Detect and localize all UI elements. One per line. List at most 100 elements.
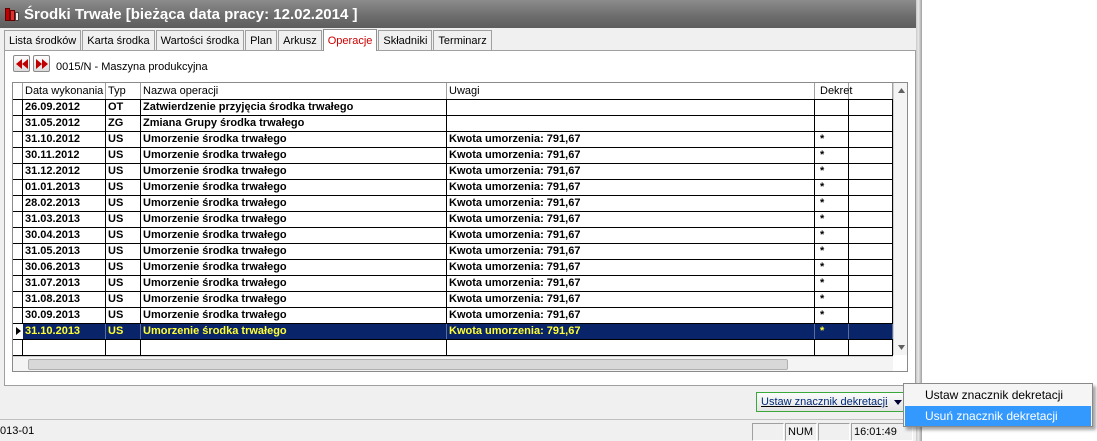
tab-6[interactable]: Operacje: [322, 29, 378, 51]
cell-name: Umorzenie środka trwałego: [141, 212, 447, 227]
cell-uwagi: Kwota umorzenia: 791,67: [447, 324, 815, 339]
cell-blank: [849, 228, 893, 243]
cell-blank: [849, 308, 893, 323]
row-indicator: [13, 260, 23, 275]
cell-name: Umorzenie środka trwałego: [141, 276, 447, 291]
cell-name: Umorzenie środka trwałego: [141, 148, 447, 163]
cell-date: 31.10.2013: [23, 324, 106, 339]
cell-dekret: [815, 100, 849, 115]
column-header-dekret[interactable]: Dekret: [815, 83, 852, 99]
cell-date: 31.10.2012: [23, 132, 106, 147]
operations-grid: Data wykonania Typ Nazwa operacji Uwagi …: [12, 82, 908, 372]
table-row[interactable]: 30.09.2013 US Umorzenie środka trwałego Kwo…: [13, 308, 893, 324]
table-row[interactable]: 28.02.2013 US Umorzenie środka trwałego Kwo…: [13, 196, 893, 212]
cell-uwagi: Kwota umorzenia: 791,67: [447, 180, 815, 195]
row-indicator: [13, 196, 23, 211]
cell-date: 26.09.2012: [23, 100, 106, 115]
tab-5[interactable]: Arkusz: [278, 30, 322, 50]
status-cell-blank-2: [818, 423, 850, 441]
table-row[interactable]: 30.04.2013 US Umorzenie środka trwałego Kwo…: [13, 228, 893, 244]
menu-item-remove-dekret-marker[interactable]: Usuń znacznik dekretacji: [905, 406, 1091, 426]
cell-name: Umorzenie środka trwałego: [141, 164, 447, 179]
cell-dekret: *: [815, 164, 849, 179]
scroll-down-arrow-icon[interactable]: [894, 340, 907, 355]
previous-record-button[interactable]: [13, 55, 30, 72]
cell-typ: US: [106, 196, 141, 211]
table-row[interactable]: 31.10.2013 US Umorzenie środka trwałego Kwo…: [13, 324, 893, 340]
table-row[interactable]: 31.03.2013 US Umorzenie środka trwałego Kwo…: [13, 212, 893, 228]
cell-empty: [447, 340, 815, 355]
column-header-name[interactable]: Nazwa operacji: [141, 83, 447, 99]
cell-name: Umorzenie środka trwałego: [141, 180, 447, 195]
row-indicator: [13, 100, 23, 115]
row-indicator: [13, 132, 23, 147]
column-header-date[interactable]: Data wykonania: [23, 83, 106, 99]
cell-dekret: *: [815, 292, 849, 307]
empty-row[interactable]: [13, 340, 893, 356]
cell-date: 30.11.2012: [23, 148, 106, 163]
cell-uwagi: Kwota umorzenia: 791,67: [447, 244, 815, 259]
table-row[interactable]: 30.11.2012 US Umorzenie środka trwałego Kwo…: [13, 148, 893, 164]
cell-name: Umorzenie środka trwałego: [141, 260, 447, 275]
cell-dekret: [815, 116, 849, 131]
cell-dekret: *: [815, 244, 849, 259]
cell-name: Umorzenie środka trwałego: [141, 228, 447, 243]
tab-3[interactable]: Wartości środka: [155, 30, 245, 50]
window-border: [916, 0, 922, 441]
cell-date: 30.09.2013: [23, 308, 106, 323]
double-left-arrow-icon: [16, 59, 28, 69]
tab-4[interactable]: Plan: [245, 30, 278, 50]
dropdown-arrow-icon: [893, 399, 902, 405]
column-header-uwagi[interactable]: Uwagi: [447, 83, 815, 99]
table-row[interactable]: 31.12.2012 US Umorzenie środka trwałego Kwo…: [13, 164, 893, 180]
horizontal-scroll-thumb[interactable]: [28, 359, 788, 370]
table-row[interactable]: 01.01.2013 US Umorzenie środka trwałego Kwo…: [13, 180, 893, 196]
cell-typ: US: [106, 276, 141, 291]
cell-typ: US: [106, 228, 141, 243]
title-bar: Środki Trwałe [bieżąca data pracy: 12.02…: [0, 0, 916, 28]
cell-name: Umorzenie środka trwałego: [141, 196, 447, 211]
table-row[interactable]: 31.08.2013 US Umorzenie środka trwałego Kwo…: [13, 292, 893, 308]
cell-blank: [849, 324, 893, 339]
row-indicator: [13, 292, 23, 307]
column-header-blank: [849, 83, 893, 99]
cell-uwagi: Kwota umorzenia: 791,67: [447, 292, 815, 307]
table-row[interactable]: 26.09.2012 OT Zatwierdzenie przyjęcia środ…: [13, 100, 893, 116]
cell-uwagi: [447, 116, 815, 131]
dekret-marker-dropdown[interactable]: Ustaw znacznik dekretacji: [756, 392, 906, 412]
cell-blank: [849, 244, 893, 259]
cell-typ: ZG: [106, 116, 141, 131]
header-indicator: [13, 83, 23, 99]
column-header-typ[interactable]: Typ: [106, 83, 141, 99]
table-row[interactable]: 30.06.2013 US Umorzenie środka trwałego Kwo…: [13, 260, 893, 276]
next-record-button[interactable]: [33, 55, 50, 72]
row-indicator: [13, 164, 23, 179]
cell-typ: US: [106, 212, 141, 227]
tab-7[interactable]: Składniki: [378, 30, 433, 50]
cell-date: 31.12.2012: [23, 164, 106, 179]
row-indicator: [13, 116, 23, 131]
menu-item-set-dekret-marker[interactable]: Ustaw znacznik dekretacji: [905, 385, 1091, 405]
scroll-up-arrow-icon[interactable]: [894, 83, 907, 98]
cell-empty: [106, 340, 141, 355]
cell-dekret: *: [815, 180, 849, 195]
double-right-arrow-icon: [36, 59, 48, 69]
table-row[interactable]: 31.07.2013 US Umorzenie środka trwałego Kwo…: [13, 276, 893, 292]
cell-dekret: *: [815, 132, 849, 147]
cell-uwagi: [447, 100, 815, 115]
table-row[interactable]: 31.05.2012 ZG Zmiana Grupy środka trwałego: [13, 116, 893, 132]
tab-2[interactable]: Karta środka: [82, 30, 155, 50]
cell-blank: [849, 132, 893, 147]
table-row[interactable]: 31.10.2012 US Umorzenie środka trwałego Kwo…: [13, 132, 893, 148]
vertical-scrollbar[interactable]: [893, 83, 907, 355]
tab-1[interactable]: Lista środków: [4, 30, 82, 50]
asset-label: 0015/N - Maszyna produkcyjna: [56, 61, 208, 73]
row-indicator: [13, 308, 23, 323]
tab-8[interactable]: Terminarz: [433, 30, 492, 50]
app-books-icon: [4, 6, 20, 22]
cell-empty: [141, 340, 447, 355]
horizontal-scrollbar[interactable]: [13, 356, 893, 371]
cell-blank: [849, 180, 893, 195]
row-indicator: [13, 228, 23, 243]
table-row[interactable]: 31.05.2013 US Umorzenie środka trwałego Kwo…: [13, 244, 893, 260]
